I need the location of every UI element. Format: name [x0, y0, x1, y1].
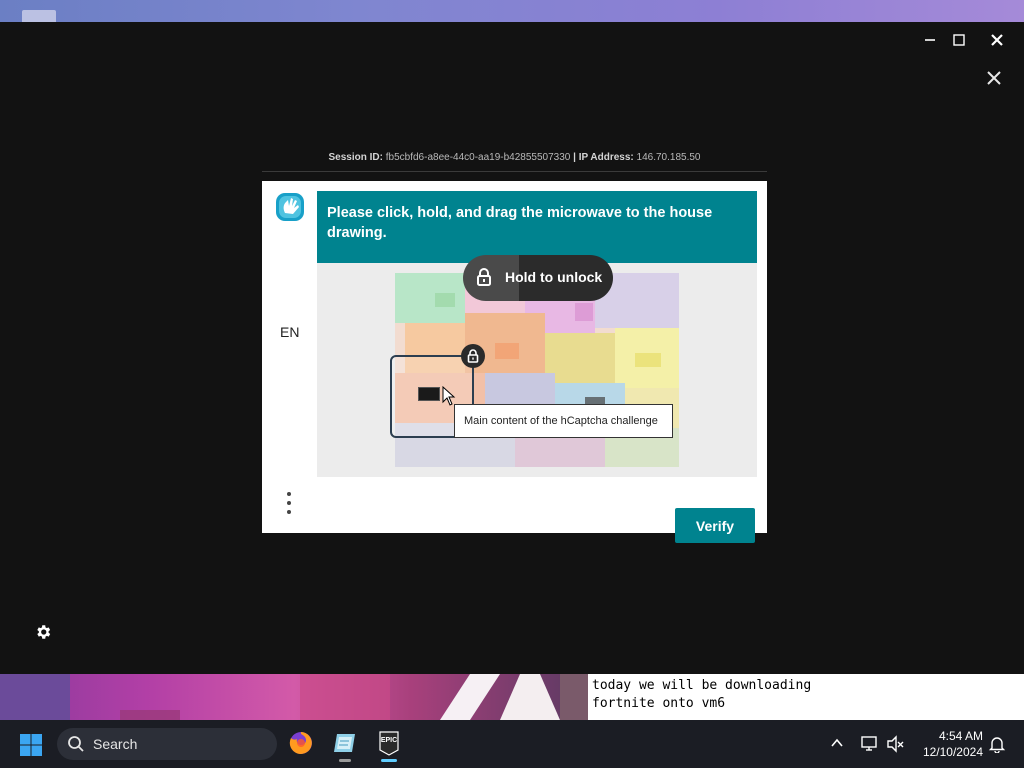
- desktop-wallpaper-top: [0, 0, 1024, 24]
- menu-dot: [287, 501, 291, 505]
- system-clock[interactable]: 4:54 AM 12/10/2024: [915, 728, 983, 760]
- session-id-value: fb5cbfd6-a8ee-44c0-aa19-b42855507330: [385, 152, 571, 163]
- lock-icon: [467, 349, 479, 363]
- hold-to-unlock-button[interactable]: Hold to unlock: [463, 255, 613, 301]
- epic-games-window: Session ID: fb5cbfd6-a8ee-44c0-aa19-b428…: [0, 22, 1024, 674]
- hcaptcha-challenge: EN Please click, hold, and drag the micr…: [262, 181, 767, 543]
- tooltip: Main content of the hCaptcha challenge: [454, 404, 673, 438]
- hold-to-unlock-label: Hold to unlock: [505, 269, 603, 285]
- subtitle-line: today we will be downloading: [592, 678, 812, 693]
- volume-muted-icon[interactable]: [886, 735, 906, 753]
- challenge-stage: Hold to unlock Main content of the hCapt…: [317, 255, 757, 477]
- chevron-up-icon[interactable]: [830, 736, 844, 750]
- ip-address-label: | IP Address:: [573, 152, 634, 163]
- minimize-icon: [925, 39, 935, 41]
- menu-dot: [287, 492, 291, 496]
- wallpaper-image: [0, 674, 588, 720]
- search-label: Search: [93, 736, 138, 752]
- settings-gear-icon[interactable]: [34, 623, 52, 641]
- firefox-icon: [289, 732, 312, 754]
- close-icon: [987, 71, 1001, 85]
- notepad-icon: [334, 734, 355, 752]
- menu-dot: [287, 510, 291, 514]
- close-dialog-button[interactable]: [982, 66, 1006, 90]
- ip-address-value: 146.70.185.50: [636, 152, 701, 163]
- hcaptcha-logo-icon: [276, 193, 304, 221]
- subtitle-text: today we will be downloading fortnite on…: [588, 674, 1024, 720]
- menu-button[interactable]: [282, 492, 296, 520]
- clock-time: 4:54 AM: [938, 729, 983, 743]
- close-icon: [991, 34, 1003, 46]
- app-active-indicator: [381, 759, 397, 762]
- close-window-button[interactable]: [984, 28, 1010, 52]
- verify-button[interactable]: Verify: [675, 508, 755, 543]
- desktop-wallpaper-bottom: [0, 674, 588, 720]
- taskbar-app-epic-games[interactable]: EPIC: [375, 729, 403, 762]
- session-id-label: Session ID:: [328, 152, 383, 163]
- microwave-item[interactable]: [418, 387, 440, 401]
- notification-bell-icon[interactable]: [988, 735, 1006, 753]
- drag-lock-badge: [461, 344, 485, 368]
- app-running-indicator: [339, 759, 351, 762]
- challenge-prompt: Please click, hold, and drag the microwa…: [317, 191, 757, 263]
- taskbar: Search EPIC 4:54 AM 12/10/2024: [0, 720, 1024, 768]
- divider: [262, 171, 767, 172]
- subtitle-line: fortnite onto vm6: [592, 696, 726, 711]
- search-icon: [68, 736, 84, 752]
- taskbar-app-firefox[interactable]: [287, 729, 315, 759]
- taskbar-app-notepad[interactable]: [331, 729, 359, 762]
- network-icon[interactable]: [860, 735, 880, 753]
- windows-start-icon[interactable]: [19, 733, 43, 757]
- maximize-button[interactable]: [946, 28, 972, 52]
- language-selector[interactable]: EN: [280, 324, 299, 340]
- session-info: Session ID: fb5cbfd6-a8ee-44c0-aa19-b428…: [262, 152, 767, 163]
- clock-date: 12/10/2024: [922, 745, 983, 759]
- taskbar-search[interactable]: Search: [57, 728, 277, 760]
- epic-games-icon: EPIC: [379, 731, 399, 756]
- lock-icon: [477, 268, 491, 286]
- mouse-cursor-icon: [442, 386, 456, 406]
- maximize-icon: [953, 34, 965, 46]
- epic-logo-text: EPIC: [381, 737, 397, 744]
- minimize-button[interactable]: [917, 28, 943, 52]
